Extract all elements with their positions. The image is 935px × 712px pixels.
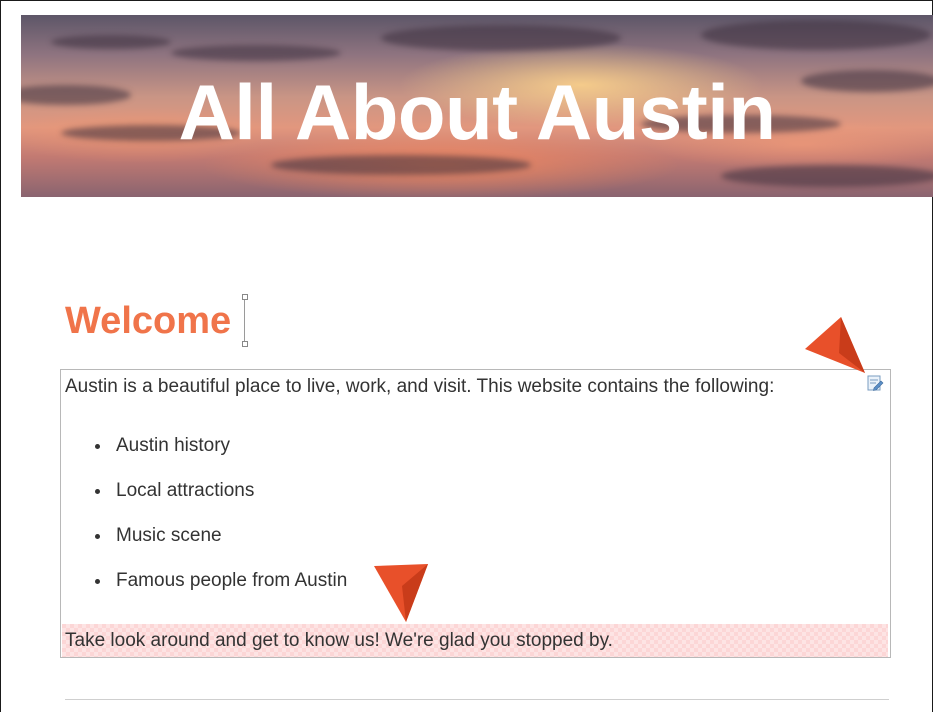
edit-paragraph-icon[interactable] [866,374,884,392]
cloud-shape [701,20,931,50]
list-item-label: Music scene [116,525,222,546]
arrow-pointer-icon [374,564,428,622]
cloud-shape [171,45,341,61]
bullet-icon [95,489,100,494]
bullet-icon [95,534,100,539]
list-item[interactable]: Famous people from Austin [93,567,347,612]
header-banner-image[interactable]: All About Austin [21,15,933,197]
cloud-shape [271,155,531,175]
list-item[interactable]: Music scene [93,522,347,567]
text-cursor-frame [244,297,247,345]
feature-list: Austin history Local attractions Music s… [93,432,347,612]
cloud-shape [51,35,171,49]
horizontal-divider [65,699,889,700]
list-item-label: Local attractions [116,480,255,501]
cloud-shape [721,165,933,187]
list-item[interactable]: Local attractions [93,477,347,522]
list-item-label: Famous people from Austin [116,570,348,591]
resize-handle[interactable] [242,341,248,347]
list-item[interactable]: Austin history [93,432,347,477]
site-title: All About Austin [178,68,776,156]
bullet-icon [95,444,100,449]
list-item-label: Austin history [116,435,231,456]
intro-paragraph[interactable]: Austin is a beautiful place to live, wor… [65,374,774,400]
arrow-pointer-icon [805,317,865,373]
bullet-icon [95,579,100,584]
page-heading[interactable]: Welcome [65,298,231,344]
resize-handle[interactable] [242,294,248,300]
closing-paragraph[interactable]: Take look around and get to know us! We'… [65,628,613,654]
cloud-shape [381,25,621,51]
